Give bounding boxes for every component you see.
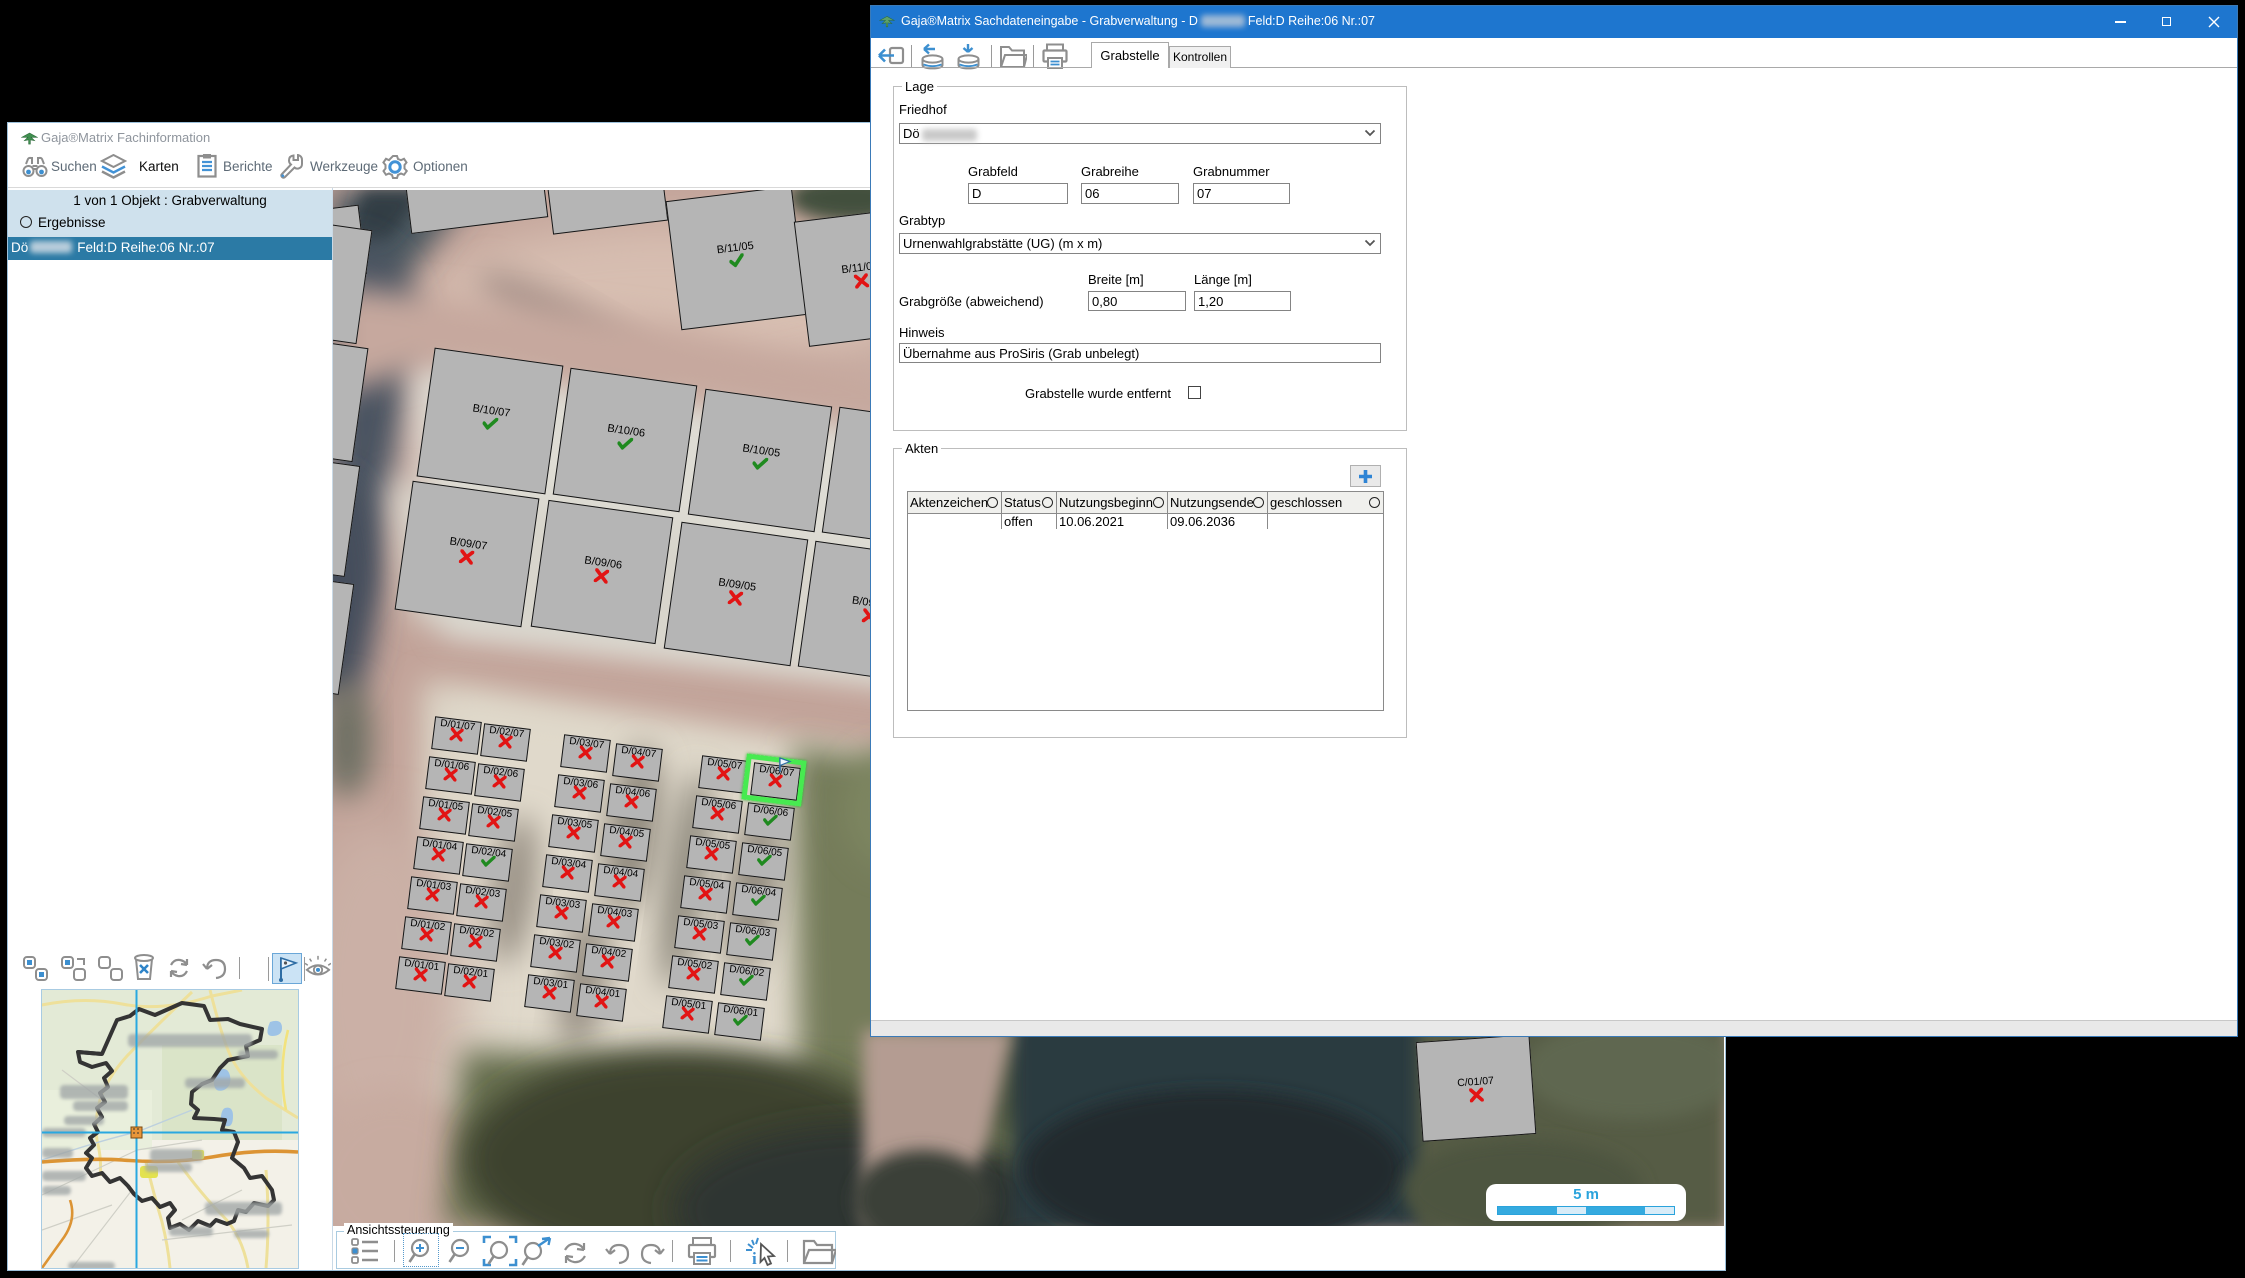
svg-text:i: i — [752, 1249, 757, 1268]
